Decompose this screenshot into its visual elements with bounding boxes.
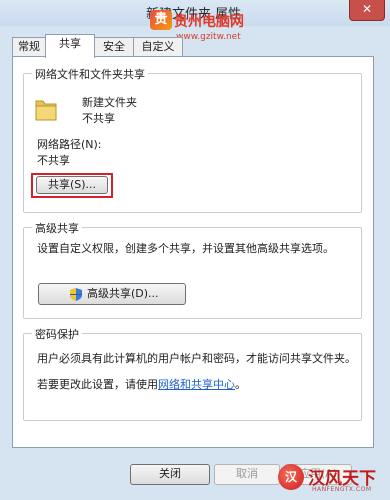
watermark-url: www.gzitw.net <box>176 32 241 42</box>
network-path-label: 网络路径(N): <box>37 138 102 151</box>
tab-security[interactable]: 安全 <box>94 37 134 57</box>
watermark-logo-icon: 贵 <box>150 10 172 30</box>
tab-general[interactable]: 常规 <box>12 37 46 57</box>
password-change-hint-prefix: 若要更改此设置，请使用 <box>37 378 158 391</box>
network-sharing-legend: 网络文件和文件夹共享 <box>32 66 148 82</box>
password-description: 用户必须具有此计算机的用户帐户和密码，才能访问共享文件夹。 <box>37 352 356 365</box>
uac-shield-icon <box>70 288 82 301</box>
watermark-brand: 贵州电脑网 <box>174 14 244 30</box>
close-button[interactable]: 关闭 <box>130 464 210 485</box>
folder-name: 新建文件夹 <box>82 96 137 109</box>
share-button[interactable]: 共享(S)... <box>36 176 108 194</box>
tab-sharing[interactable]: 共享 <box>45 34 95 58</box>
watermark-bottom-logo-icon: 汉 <box>278 464 304 490</box>
tab-customize[interactable]: 自定义 <box>133 37 183 57</box>
close-icon: ✕ <box>361 2 373 16</box>
advanced-sharing-legend: 高级共享 <box>32 220 82 236</box>
advanced-sharing-button[interactable]: 高级共享(D)... <box>38 283 186 305</box>
folder-share-status: 不共享 <box>82 112 115 125</box>
watermark-bottom-sub: HANFENGTX.COM <box>312 486 372 493</box>
folder-icon <box>35 100 57 121</box>
network-sharing-center-link[interactable]: 网络和共享中心 <box>158 378 235 391</box>
cancel-button[interactable]: 取消 <box>214 464 280 485</box>
advanced-sharing-button-label: 高级共享(D)... <box>87 287 159 300</box>
watermark-bottom: 汉 汉风天下 HANFENGTX.COM <box>278 462 388 498</box>
network-path-value: 不共享 <box>37 154 70 167</box>
advanced-sharing-description: 设置自定义权限，创建多个共享，并设置其他高级共享选项。 <box>37 242 334 255</box>
password-protection-legend: 密码保护 <box>32 326 82 342</box>
window-close-button[interactable]: ✕ <box>349 0 385 21</box>
password-change-hint-suffix: 。 <box>235 378 246 391</box>
password-change-hint: 若要更改此设置，请使用网络和共享中心。 <box>37 376 246 392</box>
